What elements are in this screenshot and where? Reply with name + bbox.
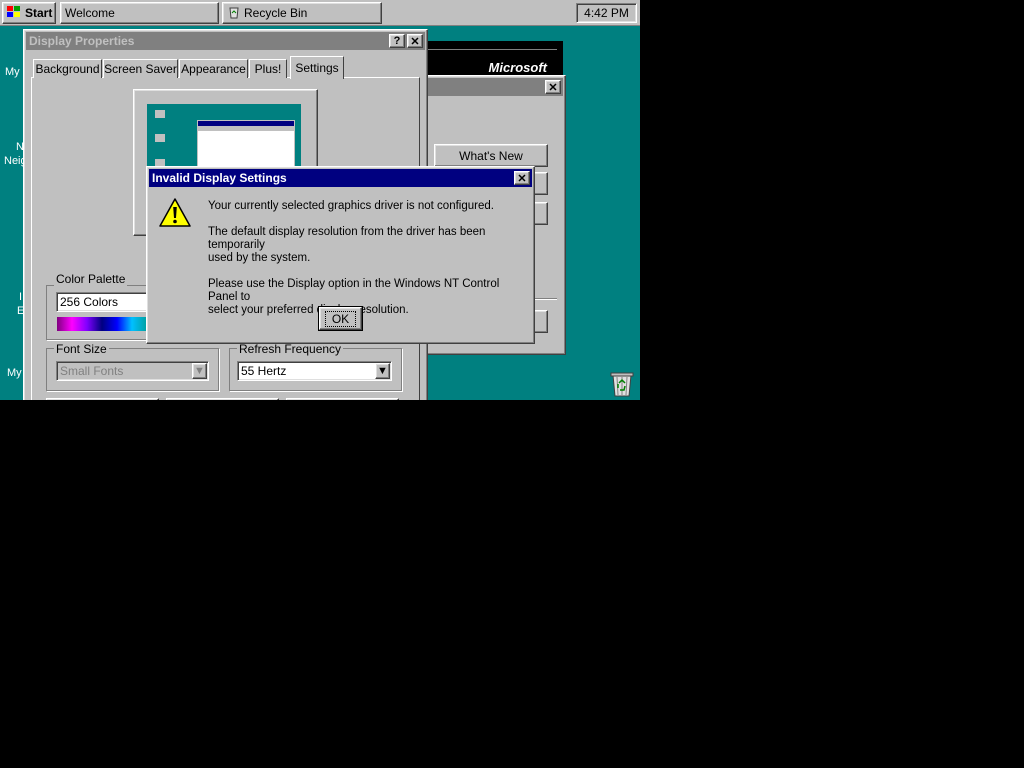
recycle-bin-icon[interactable] (607, 368, 637, 398)
dialog-message-line-3b: select your preferred display resolution… (208, 304, 409, 316)
display-properties-close-button[interactable]: ✕ (407, 34, 423, 48)
tab-appearance[interactable]: Appearance (179, 59, 248, 78)
close-icon: ✕ (517, 172, 527, 185)
test-button[interactable] (166, 398, 279, 400)
dialog-message: Your currently selected graphics driver … (208, 200, 528, 317)
system-clock[interactable]: 4:42 PM (576, 3, 637, 23)
tab-plus[interactable]: Plus! (249, 59, 287, 78)
font-size-value: Small Fonts (60, 364, 124, 378)
help-button[interactable]: ? (389, 34, 405, 48)
whats-new-button[interactable]: What's New (434, 144, 548, 167)
taskbar-button-welcome[interactable]: Welcome (60, 2, 219, 24)
dialog-message-line-1: Your currently selected graphics driver … (208, 200, 494, 212)
welcome-banner: Microsoft (420, 41, 563, 75)
recycle-bin-icon (227, 5, 241, 22)
ok-button-label: OK (324, 310, 357, 327)
microsoft-logo: Microsoft (488, 60, 548, 75)
dialog-title: Invalid Display Settings (152, 171, 287, 185)
font-size-label: Font Size (54, 342, 109, 356)
desktop-icon-label-my-briefcase[interactable]: My (7, 367, 22, 379)
desktop-icon-label-my-computer[interactable]: My (5, 66, 20, 78)
welcome-titlebar (423, 78, 563, 96)
tab-background[interactable]: Background (33, 59, 102, 78)
chevron-down-icon: ▼ (194, 365, 205, 377)
help-icon: ? (393, 35, 401, 47)
refresh-frequency-value: 55 Hertz (241, 364, 287, 378)
close-icon: ✕ (548, 81, 558, 94)
ok-button[interactable]: OK (318, 306, 363, 331)
refresh-frequency-dropdown-button[interactable]: ▼ (375, 363, 390, 379)
tab-screen-saver[interactable]: Screen Saver (103, 59, 178, 78)
warning-icon (159, 197, 191, 229)
dialog-message-line-3a: Please use the Display option in the Win… (208, 278, 500, 303)
refresh-frequency-label: Refresh Frequency (237, 342, 344, 356)
close-icon: ✕ (410, 35, 420, 48)
chevron-down-icon: ▼ (377, 365, 388, 377)
refresh-frequency-select[interactable]: 55 Hertz (237, 361, 392, 381)
display-properties-title: Display Properties (29, 34, 135, 48)
taskbar: Start Welcome Recycle Bin 4:42 PM (0, 0, 640, 26)
dialog-titlebar[interactable]: Invalid Display Settings (149, 169, 532, 187)
list-all-modes-button[interactable] (46, 398, 159, 400)
windows-logo-icon (6, 5, 22, 22)
desktop-icon-label-inbox-1[interactable]: I (19, 291, 22, 303)
display-type-button[interactable] (286, 398, 399, 400)
taskbar-recycle-bin-label: Recycle Bin (244, 6, 308, 20)
start-button[interactable]: Start (2, 2, 56, 24)
desktop: My N Neig I E My Microsoft ✕ What's New … (0, 0, 640, 400)
tab-settings[interactable]: Settings (290, 56, 344, 79)
color-palette-label: Color Palette (54, 272, 128, 286)
taskbar-button-recycle-bin[interactable]: Recycle Bin (222, 2, 382, 24)
welcome-close-button[interactable]: ✕ (545, 80, 561, 94)
font-size-dropdown-button: ▼ (192, 363, 207, 379)
font-size-select: Small Fonts (56, 361, 209, 381)
start-label: Start (25, 6, 53, 20)
dialog-message-line-2b: used by the system. (208, 252, 311, 264)
dialog-close-button[interactable]: ✕ (514, 171, 530, 185)
display-properties-titlebar[interactable]: Display Properties (26, 32, 425, 50)
invalid-display-settings-dialog: Invalid Display Settings ✕ Your currentl… (146, 166, 535, 344)
dialog-message-line-2a: The default display resolution from the … (208, 226, 486, 251)
